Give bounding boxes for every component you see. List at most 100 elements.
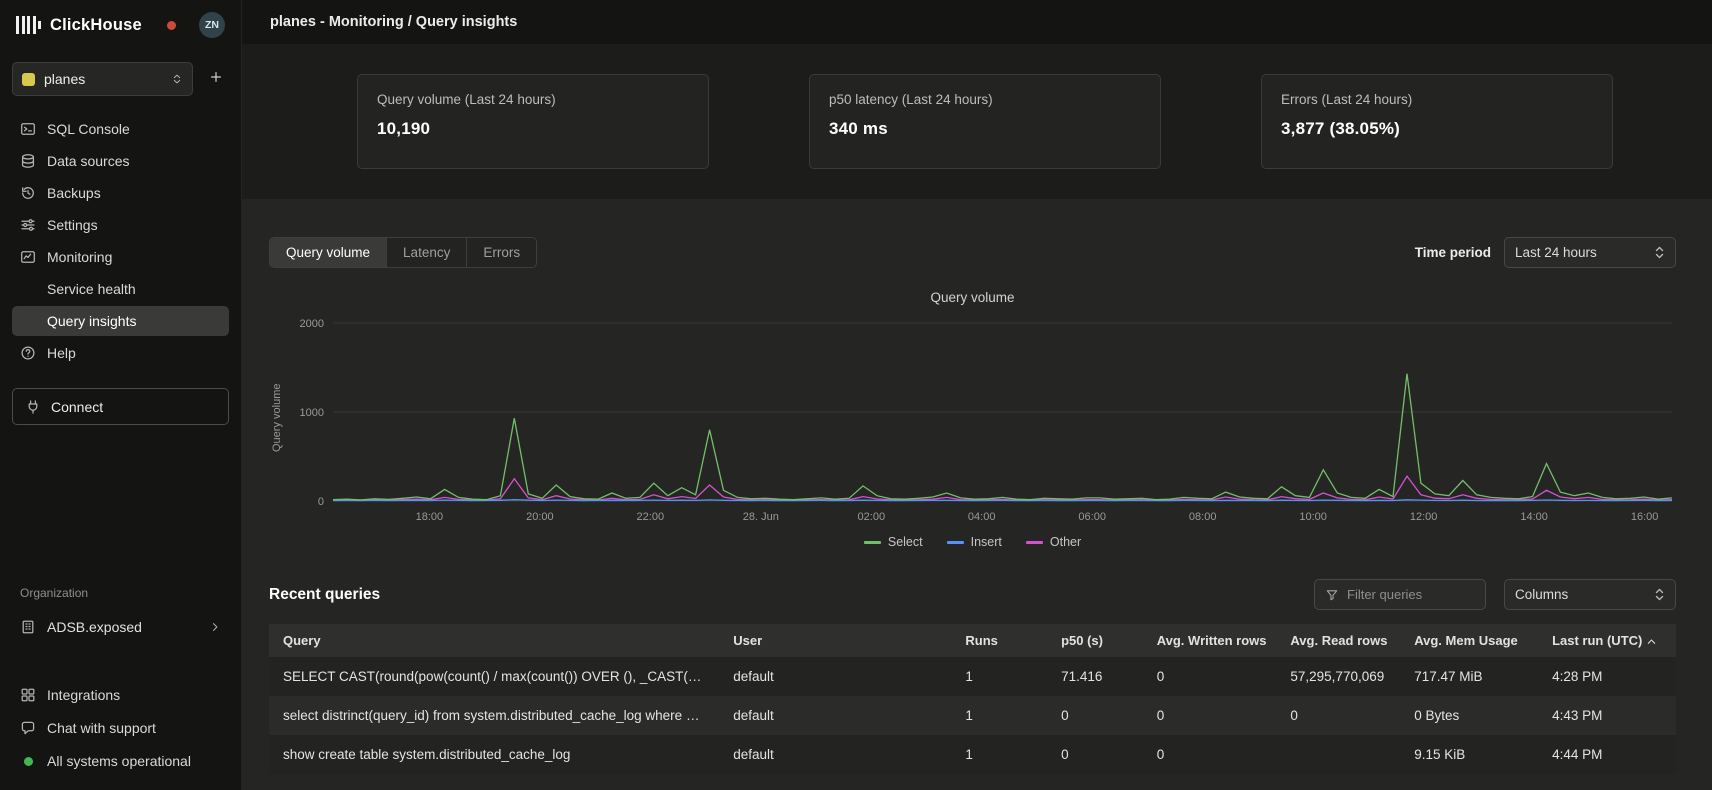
notification-dot: [167, 21, 176, 30]
stat-label: p50 latency (Last 24 hours): [829, 92, 1141, 107]
cell-last-run: 4:28 PM: [1538, 657, 1676, 696]
connect-button[interactable]: Connect: [12, 388, 229, 425]
tab-latency[interactable]: Latency: [387, 238, 467, 267]
time-period-select[interactable]: Last 24 hours: [1504, 237, 1676, 268]
stat-label: Query volume (Last 24 hours): [377, 92, 689, 107]
legend-swatch-insert: [947, 541, 964, 544]
stats-band: Query volume (Last 24 hours) 10,190 p50 …: [242, 44, 1712, 199]
query-volume-chart: 01000200018:0020:0022:0028. Jun02:0004:0…: [269, 315, 1676, 527]
col-avg-read-rows[interactable]: Avg. Read rows: [1276, 624, 1400, 657]
filter-queries-input[interactable]: [1347, 587, 1465, 602]
organization-item[interactable]: ADSB.exposed: [12, 611, 229, 642]
status-dot: [24, 757, 33, 766]
svg-text:0: 0: [318, 496, 324, 508]
columns-select[interactable]: Columns: [1504, 579, 1676, 610]
stat-value: 340 ms: [829, 119, 1141, 139]
sidebar-item-chat-support[interactable]: Chat with support: [12, 713, 229, 743]
cell-query: select distrinct(query_id) from system.d…: [269, 696, 719, 735]
sidebar-item-label: All systems operational: [47, 753, 191, 769]
cell-last-run: 4:44 PM: [1538, 735, 1676, 774]
cell-avg-written-rows: 0: [1143, 735, 1277, 774]
monitoring-chart-icon: [20, 249, 36, 265]
col-last-run[interactable]: Last run (UTC): [1538, 624, 1676, 657]
chevron-right-icon: [209, 621, 221, 633]
sidebar-item-help[interactable]: Help: [12, 338, 229, 368]
time-period-value: Last 24 hours: [1515, 245, 1597, 260]
cell-runs: 1: [951, 696, 1047, 735]
sidebar-item-label: SQL Console: [47, 121, 130, 137]
tab-query-volume[interactable]: Query volume: [270, 238, 387, 267]
chart-section: Query volume Query volume 01000200018:00…: [269, 290, 1676, 549]
col-runs[interactable]: Runs: [951, 624, 1047, 657]
sidebar-item-service-health[interactable]: Service health: [12, 274, 229, 304]
col-avg-written-rows[interactable]: Avg. Written rows: [1143, 624, 1277, 657]
sidebar-item-data-sources[interactable]: Data sources: [12, 146, 229, 176]
svg-text:1000: 1000: [300, 407, 324, 419]
sidebar: ClickHouse ZN planes SQL Console: [0, 0, 242, 790]
cell-p50: 71.416: [1047, 657, 1143, 696]
cell-user: default: [719, 696, 951, 735]
cell-avg-mem-usage: 9.15 KiB: [1400, 735, 1538, 774]
table-row[interactable]: SELECT CAST(round(pow(count() / max(coun…: [269, 657, 1676, 696]
svg-text:06:00: 06:00: [1078, 511, 1106, 523]
sidebar-footer: Integrations Chat with support All syste…: [12, 680, 229, 776]
cell-runs: 1: [951, 735, 1047, 774]
col-user[interactable]: User: [719, 624, 951, 657]
recent-queries-header: Recent queries Columns: [269, 579, 1676, 610]
col-avg-mem-usage[interactable]: Avg. Mem Usage: [1400, 624, 1538, 657]
recent-queries-controls: Columns: [1314, 579, 1676, 610]
time-period-control: Time period Last 24 hours: [1415, 237, 1676, 268]
time-period-label: Time period: [1415, 245, 1491, 260]
cell-query: show create table system.distributed_cac…: [269, 735, 719, 774]
sidebar-item-label: Backups: [47, 185, 101, 201]
svg-text:28. Jun: 28. Jun: [743, 511, 779, 523]
legend-item-other[interactable]: Other: [1026, 535, 1081, 549]
stat-card-p50-latency: p50 latency (Last 24 hours) 340 ms: [809, 74, 1161, 169]
table-row[interactable]: select distrinct(query_id) from system.d…: [269, 696, 1676, 735]
stat-card-errors: Errors (Last 24 hours) 3,877 (38.05%): [1261, 74, 1613, 169]
sidebar-item-label: Settings: [47, 217, 98, 233]
col-query[interactable]: Query: [269, 624, 719, 657]
chevron-updown-icon: [1654, 587, 1665, 602]
sidebar-item-sql-console[interactable]: SQL Console: [12, 114, 229, 144]
plug-icon: [25, 399, 41, 415]
sidebar-item-label: Data sources: [47, 153, 129, 169]
main-area: planes - Monitoring / Query insights Que…: [242, 0, 1712, 790]
legend-label: Insert: [971, 535, 1002, 549]
chevron-updown-icon: [1654, 245, 1665, 260]
service-selector[interactable]: planes: [12, 62, 193, 96]
legend-item-insert[interactable]: Insert: [947, 535, 1002, 549]
avatar[interactable]: ZN: [199, 12, 225, 38]
table-row[interactable]: show create table system.distributed_cac…: [269, 735, 1676, 774]
cell-avg-read-rows: 57,295,770,069: [1276, 657, 1400, 696]
tab-errors[interactable]: Errors: [467, 238, 536, 267]
filter-queries-box[interactable]: [1314, 579, 1486, 610]
service-name: planes: [44, 71, 162, 87]
stat-card-query-volume: Query volume (Last 24 hours) 10,190: [357, 74, 709, 169]
topbar: planes - Monitoring / Query insights: [242, 0, 1712, 44]
svg-text:20:00: 20:00: [526, 511, 554, 523]
sidebar-item-settings[interactable]: Settings: [12, 210, 229, 240]
terminal-icon: [20, 121, 36, 137]
add-service-button[interactable]: [203, 66, 229, 92]
organization-label: Organization: [12, 586, 229, 600]
cell-avg-read-rows: 0: [1276, 696, 1400, 735]
stat-label: Errors (Last 24 hours): [1281, 92, 1593, 107]
chevron-updown-icon: [171, 73, 183, 85]
svg-text:22:00: 22:00: [637, 511, 665, 523]
sidebar-item-query-insights[interactable]: Query insights: [12, 306, 229, 336]
sidebar-item-label: Help: [47, 345, 76, 361]
content: Query volume Latency Errors Time period …: [242, 199, 1712, 790]
sidebar-item-system-status[interactable]: All systems operational: [12, 746, 229, 776]
col-p50[interactable]: p50 (s): [1047, 624, 1143, 657]
svg-text:10:00: 10:00: [1299, 511, 1327, 523]
cell-runs: 1: [951, 657, 1047, 696]
database-icon: [20, 153, 36, 169]
sidebar-item-integrations[interactable]: Integrations: [12, 680, 229, 710]
sidebar-item-backups[interactable]: Backups: [12, 178, 229, 208]
svg-text:18:00: 18:00: [416, 511, 444, 523]
sidebar-item-label: Monitoring: [47, 249, 112, 265]
legend-item-select[interactable]: Select: [864, 535, 923, 549]
sidebar-item-monitoring[interactable]: Monitoring: [12, 242, 229, 272]
svg-text:14:00: 14:00: [1520, 511, 1548, 523]
